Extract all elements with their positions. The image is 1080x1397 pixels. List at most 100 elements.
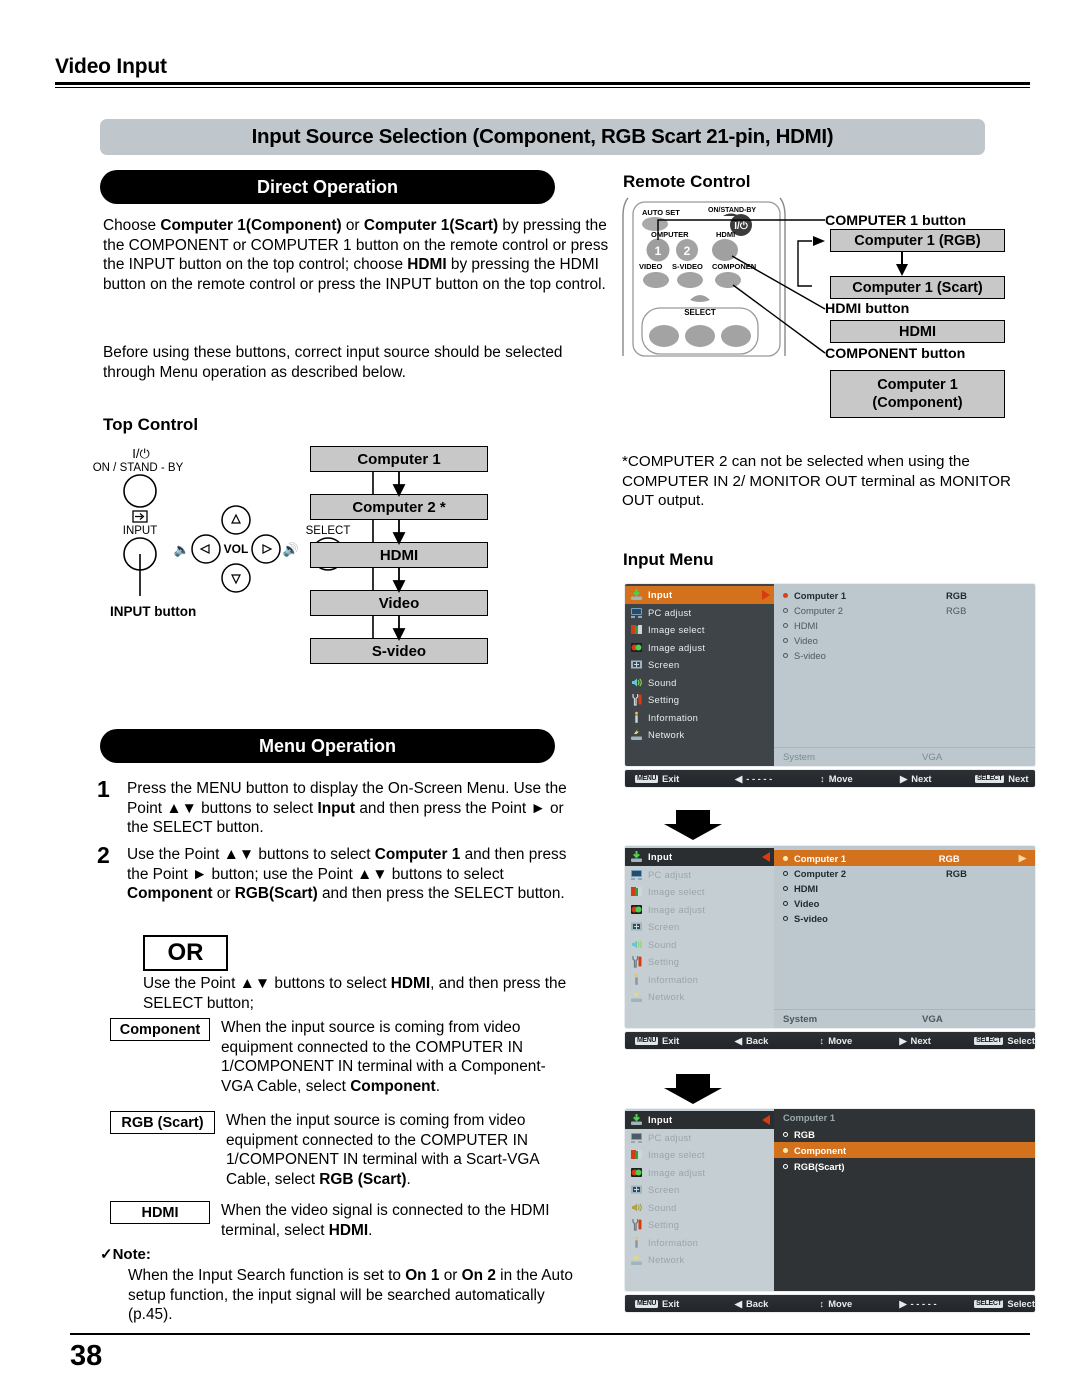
menu1-row-1[interactable]: Computer 2 RGB	[774, 603, 1035, 618]
sound-icon	[630, 1201, 643, 1214]
menu3-sidebar-label-setting: Setting	[648, 1219, 680, 1231]
or-box: OR	[143, 935, 228, 971]
menu3-row-0-name: RGB	[794, 1128, 815, 1140]
menu2-bar-move: Move	[828, 1035, 853, 1046]
caret-right-glyph: ▶	[899, 1297, 907, 1309]
menu1-sidebar-item-screen[interactable]: Screen	[625, 656, 774, 674]
menu2-sidebar-item-pc-adjust[interactable]: PC adjust	[625, 866, 774, 884]
menu2-sidebar-label-image-select: Image select	[648, 886, 705, 898]
chevron-right-icon	[762, 589, 770, 600]
menu1-main-panel: Computer 1 RGB Computer 2 RGB HDMI Video	[774, 583, 1036, 767]
menu2-sidebar-item-setting[interactable]: Setting	[625, 953, 774, 971]
image-adjust-icon	[630, 903, 643, 916]
topctl-flow-box-2: HDMI	[310, 542, 488, 568]
radio-icon	[783, 916, 788, 921]
menu2-sidebar-item-screen[interactable]: Screen	[625, 918, 774, 936]
menu3-sidebar-item-setting[interactable]: Setting	[625, 1216, 774, 1234]
menu3-sidebar-item-image-adjust[interactable]: Image adjust	[625, 1164, 774, 1182]
menu2-row-3[interactable]: Video	[774, 896, 1035, 911]
menu2-row-0[interactable]: Computer 1 RGB ▶	[774, 850, 1035, 866]
header-rule-thin	[55, 87, 1030, 88]
menu2-sidebar-label-input: Input	[648, 851, 673, 863]
menu3-row-2-name: RGB(Scart)	[794, 1160, 845, 1172]
menu2-sidebar-item-information[interactable]: Information	[625, 971, 774, 989]
menu-screen-2: Input PC adjust Image select Image adjus…	[624, 845, 1036, 1050]
menu1-row-4[interactable]: S-video	[774, 648, 1035, 663]
radio-selected-icon	[783, 855, 788, 861]
menu1-sidebar-item-image-select[interactable]: Image select	[625, 621, 774, 639]
menu2-sidebar-item-sound[interactable]: Sound	[625, 936, 774, 954]
menu1-system-value: VGA	[922, 751, 943, 763]
menu1-row-0[interactable]: Computer 1 RGB	[774, 588, 1035, 603]
menu1-sidebar-item-network[interactable]: Network	[625, 726, 774, 744]
updown-glyph: ↕	[820, 773, 825, 784]
menu2-row-3-name: Video	[794, 898, 820, 909]
input-icon	[630, 850, 643, 863]
menu3-sidebar-label-sound: Sound	[648, 1201, 677, 1213]
svg-text:S-VIDEO: S-VIDEO	[672, 262, 703, 271]
top-control-heading: Top Control	[103, 415, 199, 434]
menu3-sidebar: Input PC adjust Image select Image adjus…	[624, 1108, 774, 1292]
sound-icon	[630, 676, 643, 689]
menu3-sidebar-item-network[interactable]: Network	[625, 1251, 774, 1269]
page-number: 38	[70, 1340, 103, 1372]
menu3-row-2[interactable]: RGB(Scart)	[774, 1158, 1035, 1174]
menu3-row-0[interactable]: RGB	[774, 1126, 1035, 1142]
svg-text:AUTO SET: AUTO SET	[642, 208, 680, 217]
svg-text:HDMI: HDMI	[716, 230, 735, 239]
definition-body-component: When the input source is coming from vid…	[221, 1019, 546, 1095]
definition-tag-hdmi: HDMI	[110, 1201, 210, 1224]
caret-left-glyph: ◀	[734, 1034, 742, 1046]
menu3-sidebar-label-pc-adjust: PC adjust	[648, 1131, 692, 1143]
chevron-right-icon: ▶	[1018, 852, 1026, 863]
menu2-sidebar-item-network[interactable]: Network	[625, 988, 774, 1006]
svg-text:ON/STAND-BY: ON/STAND-BY	[708, 207, 756, 214]
input-icon	[630, 1113, 643, 1126]
menu1-sidebar-item-pc-adjust[interactable]: PC adjust	[625, 604, 774, 622]
menu2-sidebar-item-image-adjust[interactable]: Image adjust	[625, 901, 774, 919]
direct-operation-banner: Direct Operation	[100, 170, 555, 204]
menu3-sidebar-label-image-adjust: Image adjust	[648, 1166, 706, 1178]
menu1-sidebar-item-sound[interactable]: Sound	[625, 674, 774, 692]
menu1-row-0-name: Computer 1	[794, 590, 847, 601]
menu3-sidebar-label-input: Input	[648, 1114, 673, 1126]
menu2-row-2[interactable]: HDMI	[774, 881, 1035, 896]
menu1-sidebar-item-information[interactable]: Information	[625, 709, 774, 727]
pc-adjust-icon	[630, 606, 643, 619]
svg-text:I/⏻: I/⏻	[734, 220, 748, 232]
svg-text:OMPUTER: OMPUTER	[651, 230, 689, 239]
menu2-row-1[interactable]: Computer 2 RGB	[774, 866, 1035, 881]
menu3-sidebar-label-screen: Screen	[648, 1184, 680, 1196]
menu3-row-1[interactable]: Component	[774, 1142, 1035, 1158]
menu3-sidebar-item-information[interactable]: Information	[625, 1234, 774, 1252]
menu3-sidebar-item-pc-adjust[interactable]: PC adjust	[625, 1129, 774, 1147]
menu2-bar-back: Back	[745, 1035, 769, 1046]
radio-selected-icon	[783, 1147, 788, 1153]
remote-box-component-line2: (Component)	[872, 395, 963, 411]
menu2-row-4[interactable]: S-video	[774, 911, 1035, 926]
definition-hdmi: HDMI When the video signal is connected …	[110, 1201, 581, 1240]
menu3-sidebar-item-input[interactable]: Input	[625, 1111, 774, 1129]
menu2-status-bar: MENU Exit ◀ Back ↕ Move ▶ Next SELECT Se…	[624, 1031, 1036, 1050]
menu2-sidebar-item-image-select[interactable]: Image select	[625, 883, 774, 901]
menu1-row-2[interactable]: HDMI	[774, 618, 1035, 633]
menu1-sidebar-item-image-adjust[interactable]: Image adjust	[625, 639, 774, 657]
menu2-bar-exit: Exit	[662, 1035, 680, 1046]
menu3-panel-title: Computer 1	[774, 1109, 1035, 1126]
menu3-main-panel: Computer 1 RGB Component RGB(Scart)	[774, 1108, 1036, 1292]
menu1-sidebar: Input PC adjust Image select Image adjus…	[624, 583, 774, 767]
menu1-sidebar-label-image-select: Image select	[648, 624, 705, 636]
menu2-row-0-value: RGB	[938, 852, 960, 864]
callout-computer1-button: COMPUTER 1 button	[825, 213, 967, 229]
radio-icon	[783, 1131, 788, 1137]
menu1-sidebar-item-setting[interactable]: Setting	[625, 691, 774, 709]
menu3-sidebar-item-sound[interactable]: Sound	[625, 1199, 774, 1217]
definition-tag-rgb-scart: RGB (Scart)	[110, 1111, 215, 1134]
menu1-sidebar-item-input[interactable]: Input	[625, 586, 774, 604]
menu3-sidebar-item-image-select[interactable]: Image select	[625, 1146, 774, 1164]
menu3-sidebar-item-screen[interactable]: Screen	[625, 1181, 774, 1199]
image-select-icon	[630, 885, 643, 898]
menu1-row-1-name: Computer 2	[794, 605, 843, 616]
menu1-row-3[interactable]: Video	[774, 633, 1035, 648]
menu2-sidebar-item-input[interactable]: Input	[625, 848, 774, 866]
